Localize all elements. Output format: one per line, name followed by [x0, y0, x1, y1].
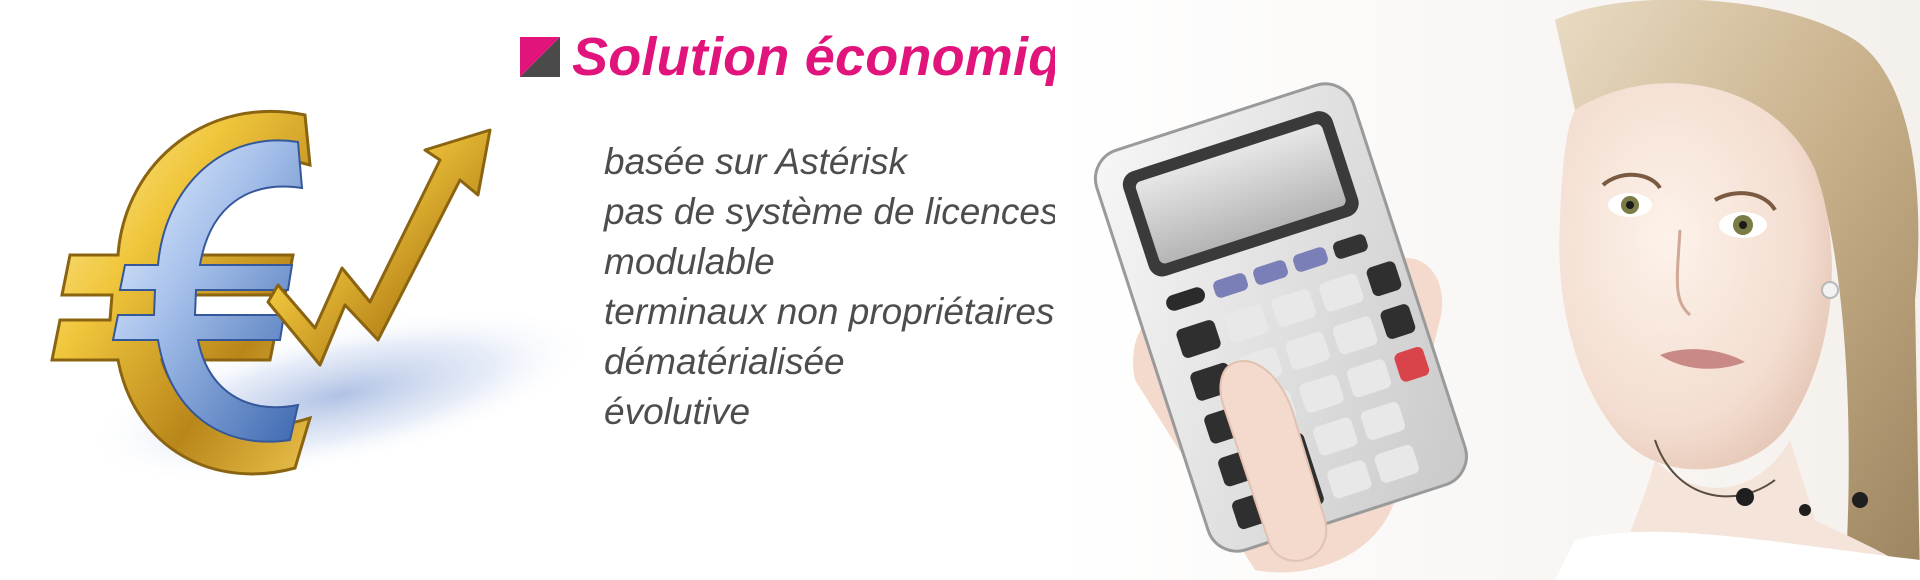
woman-calculator-graphic: [1055, 0, 1920, 580]
euro-illustration: [40, 90, 600, 530]
feature-item: dématérialisée: [604, 341, 845, 382]
feature-item: basée sur Astérisk: [604, 141, 907, 182]
feature-item: pas de système de licences: [604, 191, 1059, 232]
feature-item: terminaux non propriétaires: [604, 291, 1055, 332]
feature-list: basée sur Astérisk pas de système de lic…: [604, 137, 1059, 437]
banner: Solution économique ! basée sur Astérisk…: [0, 0, 1920, 580]
euro-rising-arrow-graphic: [50, 109, 595, 483]
diagonal-square-icon: [520, 37, 560, 77]
woman-calculator-photo: [1055, 0, 1920, 580]
feature-item: modulable: [604, 241, 775, 282]
feature-item: évolutive: [604, 391, 751, 432]
